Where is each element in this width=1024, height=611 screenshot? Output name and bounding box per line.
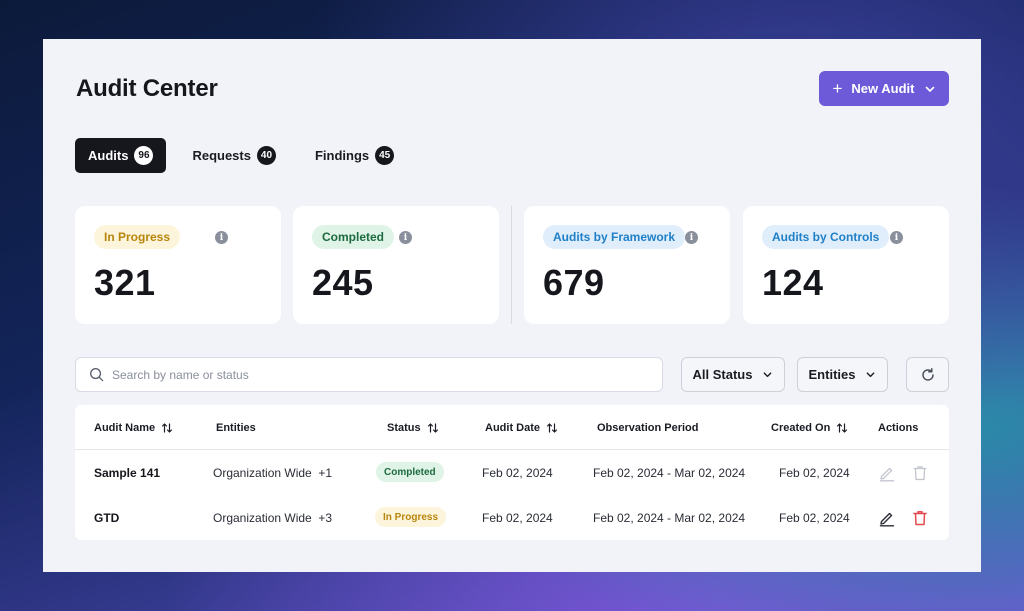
tab-requests[interactable]: Requests 40 <box>179 138 289 173</box>
info-icon[interactable]: i <box>685 231 698 244</box>
column-header-actions: Actions <box>878 422 918 434</box>
tab-audits[interactable]: Audits 96 <box>75 138 167 173</box>
sort-icon <box>427 423 438 433</box>
chevron-down-icon <box>925 86 934 92</box>
observation-period: Feb 02, 2024 - Mar 02, 2024 <box>593 466 746 480</box>
info-icon[interactable]: i <box>890 231 903 244</box>
edit-icon[interactable] <box>878 464 896 482</box>
stat-value: 321 <box>94 262 156 303</box>
entities-filter-label: Entities <box>808 367 856 382</box>
sort-icon <box>546 423 558 433</box>
stat-card-in-progress[interactable]: In Progress i 321 <box>75 206 281 324</box>
stat-card-audits-by-controls[interactable]: Audits by Controls i 124 <box>743 206 949 324</box>
stat-card-completed[interactable]: Completed i 245 <box>293 206 499 324</box>
tab-findings[interactable]: Findings 45 <box>302 138 407 173</box>
tab-label: Findings <box>314 148 370 163</box>
column-header-label: Observation Period <box>597 422 699 434</box>
created-on: Feb 02, 2024 <box>779 511 850 525</box>
info-icon[interactable]: i <box>215 231 228 244</box>
delete-icon[interactable] <box>911 464 929 482</box>
column-header-label: Audit Date <box>485 422 540 434</box>
status-badge: In Progress <box>94 225 181 249</box>
page-title: Audit Center <box>76 75 218 102</box>
new-audit-button[interactable]: + New Audit <box>819 71 949 106</box>
search-icon <box>90 368 104 382</box>
tab-count-badge: 40 <box>256 146 276 165</box>
status-filter-dropdown[interactable]: All Status <box>681 357 785 392</box>
status-badge: Audits by Controls <box>762 225 890 249</box>
status-badge: Audits by Framework <box>543 225 686 249</box>
search-input[interactable] <box>112 367 612 382</box>
refresh-icon <box>921 367 934 381</box>
stat-value: 245 <box>312 262 374 303</box>
tab-label: Audits <box>88 148 129 163</box>
column-header-entities: Entities <box>216 422 256 434</box>
stat-value: 124 <box>762 262 824 303</box>
entities-extra-count[interactable]: +1 <box>318 466 332 480</box>
entities-cell: Organization Wide +3 <box>213 511 332 525</box>
audit-date: Feb 02, 2024 <box>482 511 553 525</box>
audits-table: Audit Name Entities Status Audit Date Ob… <box>75 405 949 540</box>
header-divider <box>75 449 949 450</box>
delete-icon[interactable] <box>911 509 929 527</box>
entities-filter-dropdown[interactable]: Entities <box>797 357 888 392</box>
status-filter-label: All Status <box>692 367 753 382</box>
column-header-label: Actions <box>878 422 919 434</box>
stat-card-audits-by-framework[interactable]: Audits by Framework i 679 <box>524 206 730 324</box>
audit-center-card: Audit Center + New Audit Audits 96 Reque… <box>43 39 981 572</box>
audit-name[interactable]: GTD <box>94 511 119 525</box>
audit-date: Feb 02, 2024 <box>482 466 553 480</box>
column-header-created-on[interactable]: Created On <box>771 422 848 434</box>
status-badge: Completed <box>312 225 395 249</box>
refresh-button[interactable] <box>906 357 949 392</box>
entities-extra-count[interactable]: +3 <box>318 511 332 525</box>
entities-value: Organization Wide <box>213 466 312 480</box>
audit-name[interactable]: Sample 141 <box>94 466 160 480</box>
column-header-observation-period: Observation Period <box>597 422 698 434</box>
status-pill: In Progress <box>375 507 447 527</box>
sort-icon <box>837 423 848 433</box>
sort-icon <box>162 423 173 433</box>
column-header-label: Audit Name <box>94 422 156 434</box>
status-pill: Completed <box>376 462 444 482</box>
info-icon[interactable]: i <box>399 231 412 244</box>
tabs: Audits 96 Requests 40 Findings 45 <box>75 138 407 173</box>
column-header-status[interactable]: Status <box>387 422 439 434</box>
entities-cell: Organization Wide +1 <box>213 466 332 480</box>
search-box[interactable] <box>75 357 663 392</box>
column-header-audit-name[interactable]: Audit Name <box>94 422 173 434</box>
edit-icon[interactable] <box>878 509 896 527</box>
created-on: Feb 02, 2024 <box>779 466 850 480</box>
entities-value: Organization Wide <box>213 511 312 525</box>
observation-period: Feb 02, 2024 - Mar 02, 2024 <box>593 511 746 525</box>
column-header-label: Created On <box>771 422 831 434</box>
column-header-audit-date[interactable]: Audit Date <box>485 422 558 434</box>
plus-icon: + <box>832 79 843 98</box>
column-header-label: Status <box>387 422 421 434</box>
tab-count-badge: 96 <box>134 146 154 165</box>
chevron-down-icon <box>764 372 772 378</box>
tab-count-badge: 45 <box>375 146 395 165</box>
new-audit-label: New Audit <box>851 81 915 96</box>
divider <box>511 206 512 324</box>
tab-label: Requests <box>192 148 251 163</box>
chevron-down-icon <box>867 372 875 378</box>
column-header-label: Entities <box>216 422 256 434</box>
stat-value: 679 <box>543 262 605 303</box>
